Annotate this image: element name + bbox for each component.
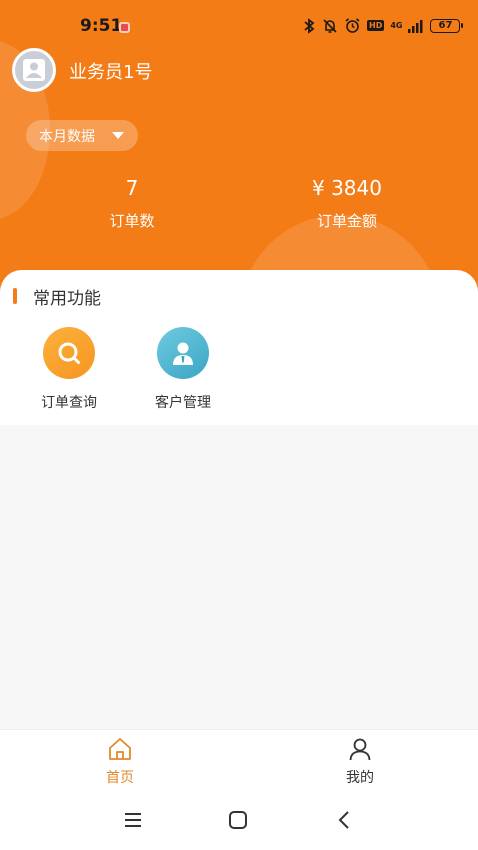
menu-icon[interactable] [123,810,143,830]
stat-order-amount: ¥ 3840 订单金额 [272,176,422,231]
tab-home[interactable]: 首页 [80,736,160,787]
tab-bar: 首页 我的 [0,729,478,795]
order-query-icon-circle [43,327,95,379]
avatar[interactable] [12,48,56,92]
stat-order-count-value: 7 [125,176,139,200]
bell-muted-icon [323,18,337,33]
range-selector-label: 本月数据 [39,128,95,145]
username: 业务员1号 [69,62,153,83]
tab-mine-label: 我的 [346,770,374,786]
status-bar: 9:51 HD 4G 67 [0,14,478,42]
tab-home-label: 首页 [106,770,134,786]
hd-badge: HD [367,20,385,31]
section-title: 常用功能 [33,289,101,309]
notification-icon [119,22,130,33]
person-icon [349,738,371,761]
status-icons: HD 4G 67 [302,17,464,34]
stat-order-count-label: 订单数 [109,212,155,230]
customer-management-label: 客户管理 [155,395,211,411]
customer-icon [173,342,193,365]
customer-management-button[interactable]: 客户管理 [133,327,233,412]
user-silhouette-icon [23,59,45,81]
back-icon[interactable] [334,810,354,830]
customer-management-icon-circle [157,327,209,379]
caret-down-icon [112,132,124,139]
home-square-icon[interactable] [228,810,248,830]
order-query-button[interactable]: 订单查询 [19,327,119,412]
range-selector[interactable]: 本月数据 [26,120,138,151]
search-icon [58,342,80,364]
stat-order-amount-label: 订单金额 [316,212,377,230]
tab-mine[interactable]: 我的 [320,736,400,787]
header-banner: 9:51 HD 4G 67 业务员1号 本月数据 7 订单数 ¥ 3840 订单… [0,0,478,300]
home-icon [109,738,131,760]
status-time: 9:51 [80,16,123,36]
stat-order-count: 7 订单数 [57,176,207,231]
system-nav-bar [0,795,478,850]
network-label: 4G [390,20,403,30]
battery-icon: 67 [430,18,464,33]
functions-card: 常用功能 订单查询 客户管理 [0,270,478,425]
order-query-label: 订单查询 [41,395,97,411]
section-accent-bar [13,288,17,304]
signal-icon [408,19,423,33]
alarm-icon [345,18,360,33]
stat-order-amount-value: ¥ 3840 [312,176,382,200]
bluetooth-icon [304,17,315,34]
